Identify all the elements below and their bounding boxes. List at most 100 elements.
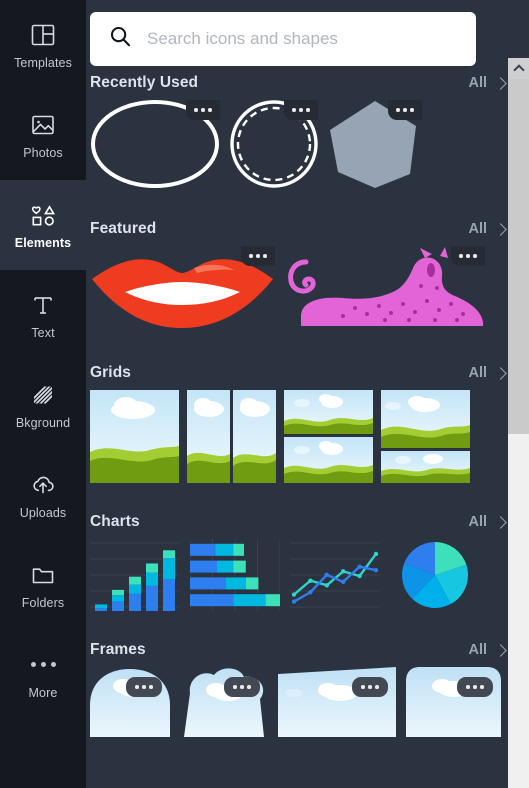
chevron-right-icon bbox=[494, 76, 507, 90]
section-grids: Grids All bbox=[86, 356, 529, 483]
search-bar-container bbox=[90, 12, 476, 66]
search-icon bbox=[108, 24, 133, 54]
item-pink-leopard-illustration[interactable] bbox=[285, 246, 485, 334]
item-more-button[interactable] bbox=[451, 246, 485, 266]
section-title: Charts bbox=[90, 513, 140, 530]
item-more-button[interactable] bbox=[388, 100, 422, 120]
item-pie-chart[interactable] bbox=[390, 539, 480, 611]
more-dots-icon bbox=[30, 651, 56, 679]
elements-panel: Recently Used All bbox=[86, 0, 529, 788]
section-recently-used: Recently Used All bbox=[86, 66, 529, 188]
item-grid-2-rows[interactable] bbox=[284, 390, 373, 483]
see-all-link[interactable]: All bbox=[468, 221, 507, 237]
item-frame-banner[interactable] bbox=[278, 667, 396, 737]
panel-scroll-area[interactable]: Recently Used All Featured All Grids All… bbox=[86, 66, 529, 788]
grid-2-rows-alt bbox=[381, 390, 470, 483]
sidebar-item-uploads[interactable]: Uploads bbox=[0, 450, 86, 540]
section-header: Featured All bbox=[86, 212, 529, 246]
chevron-right-icon bbox=[494, 366, 507, 380]
scrollbar-thumb[interactable] bbox=[508, 58, 529, 434]
section-title: Recently Used bbox=[90, 74, 199, 91]
sidebar-item-label: More bbox=[28, 685, 58, 700]
section-charts: Charts All bbox=[86, 505, 529, 611]
section-frames: Frames All bbox=[86, 633, 529, 737]
chevron-right-icon bbox=[494, 515, 507, 529]
item-frame-rounded[interactable] bbox=[406, 667, 501, 737]
stacked-column-chart bbox=[90, 542, 180, 611]
item-more-button[interactable] bbox=[284, 100, 318, 120]
items-row bbox=[86, 390, 529, 483]
section-featured: Featured All bbox=[86, 212, 529, 334]
see-all-link[interactable]: All bbox=[468, 365, 507, 381]
section-header: Charts All bbox=[86, 505, 529, 539]
elements-icon bbox=[29, 201, 57, 229]
see-all-label: All bbox=[468, 642, 487, 658]
sidebar-item-background[interactable]: Bkground bbox=[0, 360, 86, 450]
grid-2-columns bbox=[187, 390, 276, 483]
see-all-label: All bbox=[468, 75, 487, 91]
item-grid-2-columns[interactable] bbox=[187, 390, 276, 483]
section-header: Frames All bbox=[86, 633, 529, 667]
items-row bbox=[86, 539, 529, 611]
templates-icon bbox=[29, 21, 57, 49]
folders-icon bbox=[29, 561, 57, 589]
items-row bbox=[86, 667, 529, 737]
left-sidebar: Templates Photos Elements Text Bkground … bbox=[0, 0, 86, 788]
sidebar-item-text[interactable]: Text bbox=[0, 270, 86, 360]
item-more-button[interactable] bbox=[126, 677, 162, 697]
items-row bbox=[86, 100, 529, 188]
item-line-chart[interactable] bbox=[290, 539, 380, 611]
section-title: Grids bbox=[90, 364, 131, 381]
search-input[interactable] bbox=[147, 29, 447, 49]
sidebar-item-label: Folders bbox=[21, 595, 65, 610]
background-icon bbox=[29, 381, 57, 409]
sidebar-item-templates[interactable]: Templates bbox=[0, 0, 86, 90]
item-grid-2-rows-alt[interactable] bbox=[381, 390, 470, 483]
item-ellipse-outline-shape[interactable] bbox=[90, 100, 220, 188]
item-grid-1-cell[interactable] bbox=[90, 390, 179, 483]
item-frame-cloud[interactable] bbox=[180, 667, 268, 737]
section-header: Recently Used All bbox=[86, 66, 529, 100]
item-more-button[interactable] bbox=[241, 246, 275, 266]
section-title: Frames bbox=[90, 641, 146, 658]
chevron-up-icon bbox=[512, 64, 525, 76]
item-more-button[interactable] bbox=[352, 677, 388, 697]
see-all-link[interactable]: All bbox=[468, 75, 507, 91]
chevron-right-icon bbox=[494, 643, 507, 657]
pie-chart bbox=[402, 542, 468, 608]
item-dashed-circle-shape[interactable] bbox=[230, 100, 318, 188]
item-more-button[interactable] bbox=[224, 677, 260, 697]
stacked-bar-chart bbox=[189, 539, 281, 611]
section-title: Featured bbox=[90, 220, 157, 237]
item-heptagon-filled-shape[interactable] bbox=[328, 100, 422, 188]
see-all-link[interactable]: All bbox=[468, 514, 507, 530]
see-all-label: All bbox=[468, 221, 487, 237]
uploads-icon bbox=[29, 471, 57, 499]
sidebar-item-label: Text bbox=[31, 325, 55, 340]
sidebar-item-elements[interactable]: Elements bbox=[0, 166, 86, 284]
item-red-lips-illustration[interactable] bbox=[90, 246, 275, 334]
item-more-button[interactable] bbox=[457, 677, 493, 697]
grid-2-rows bbox=[284, 390, 373, 483]
section-header: Grids All bbox=[86, 356, 529, 390]
items-row bbox=[86, 246, 529, 334]
sidebar-item-label: Uploads bbox=[19, 505, 67, 520]
grid-1-cell bbox=[90, 390, 179, 483]
chevron-right-icon bbox=[494, 222, 507, 236]
item-stacked-bar-chart[interactable] bbox=[189, 539, 281, 611]
see-all-link[interactable]: All bbox=[468, 642, 507, 658]
scroll-up-button[interactable] bbox=[508, 58, 529, 79]
see-all-label: All bbox=[468, 365, 487, 381]
see-all-label: All bbox=[468, 514, 487, 530]
text-icon bbox=[29, 291, 57, 319]
item-stacked-column-chart[interactable] bbox=[90, 539, 180, 611]
sidebar-item-more[interactable]: More bbox=[0, 630, 86, 720]
line-chart bbox=[290, 542, 380, 608]
sidebar-item-folders[interactable]: Folders bbox=[0, 540, 86, 630]
sidebar-item-label: Bkground bbox=[15, 415, 71, 430]
sidebar-item-label: Elements bbox=[14, 235, 72, 250]
item-frame-arch[interactable] bbox=[90, 667, 170, 737]
vertical-scrollbar[interactable] bbox=[508, 58, 529, 788]
search-bar[interactable] bbox=[90, 12, 476, 66]
item-more-button[interactable] bbox=[186, 100, 220, 120]
